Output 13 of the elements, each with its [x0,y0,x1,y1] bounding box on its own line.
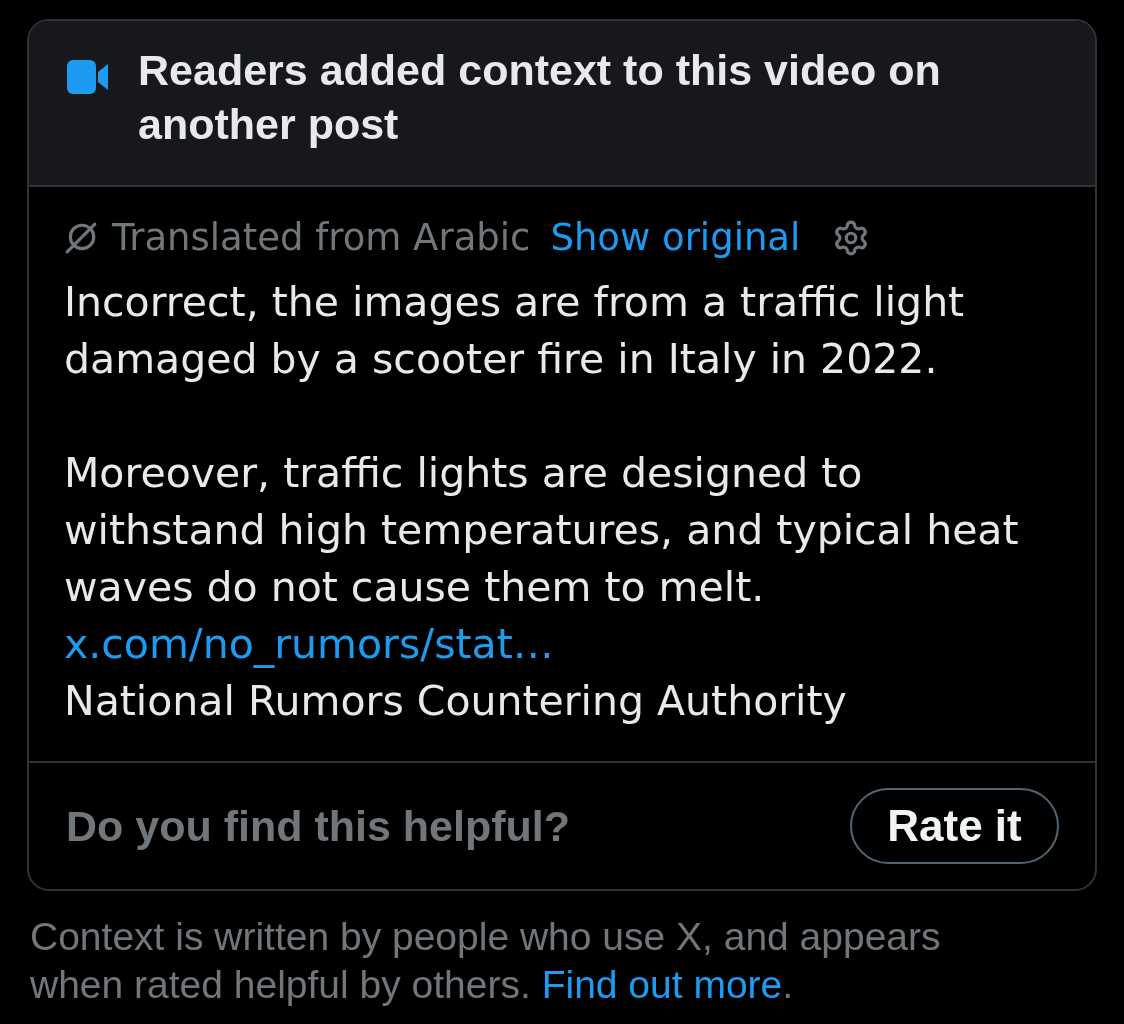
show-original-link[interactable]: Show original [550,210,801,266]
translation-label: Translated from Arabic [112,215,531,262]
source-link[interactable]: x.com/no_rumors/stat… [64,620,554,668]
disclaimer-text: Context is written by people who use X, and appears when rated helpful by others. Find out more. [29,914,942,1008]
header-title: Readers added context to this video on another post [138,45,942,150]
rate-it-button[interactable]: Rate it [850,788,1059,864]
helpful-question: Do you find this helpful? [66,800,570,852]
source-name: National Rumors Countering Authority [64,676,848,727]
find-out-more-link[interactable]: Find out more [541,963,783,1006]
video-camera-icon [67,60,108,94]
note-paragraph: Moreover, traffic lights are designed to withstand high temperatures, and typical heat waves do not cause them to melt. x.com/no_rumors/stat… [64,448,1020,670]
note-paragraph: Incorrect, the images are from a traffic light damaged by a scooter fire in Italy in 2022. [64,277,966,385]
slashed-circle-icon [64,221,98,255]
